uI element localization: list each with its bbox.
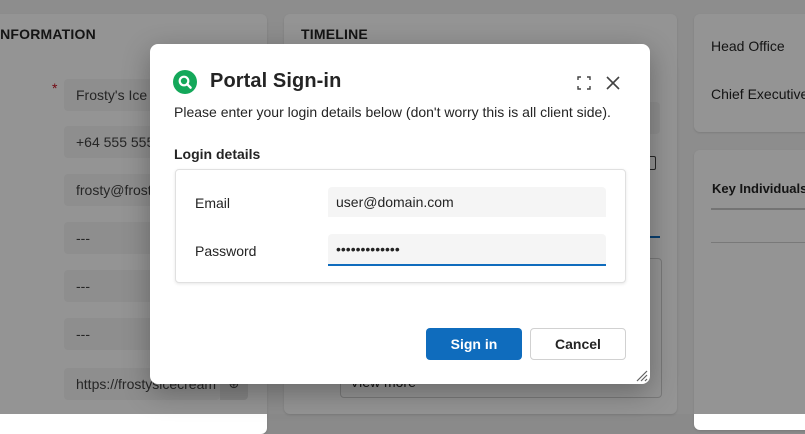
cancel-button[interactable]: Cancel: [530, 328, 626, 360]
search-icon: [173, 70, 197, 94]
dialog-description: Please enter your login details below (d…: [174, 104, 611, 120]
dialog-title: Portal Sign-in: [210, 70, 342, 92]
close-icon[interactable]: [604, 74, 622, 92]
maximize-icon[interactable]: [576, 75, 592, 91]
email-label: Email: [195, 195, 231, 211]
resize-grip-icon[interactable]: [634, 368, 648, 382]
sign-in-button[interactable]: Sign in: [426, 328, 522, 360]
password-label: Password: [195, 243, 257, 259]
email-field[interactable]: [328, 187, 606, 217]
sign-in-dialog: Portal Sign-in Please enter your login d…: [150, 44, 650, 384]
login-details-card: Email Password: [175, 169, 626, 283]
password-field[interactable]: [328, 234, 606, 266]
login-details-label: Login details: [174, 146, 261, 162]
